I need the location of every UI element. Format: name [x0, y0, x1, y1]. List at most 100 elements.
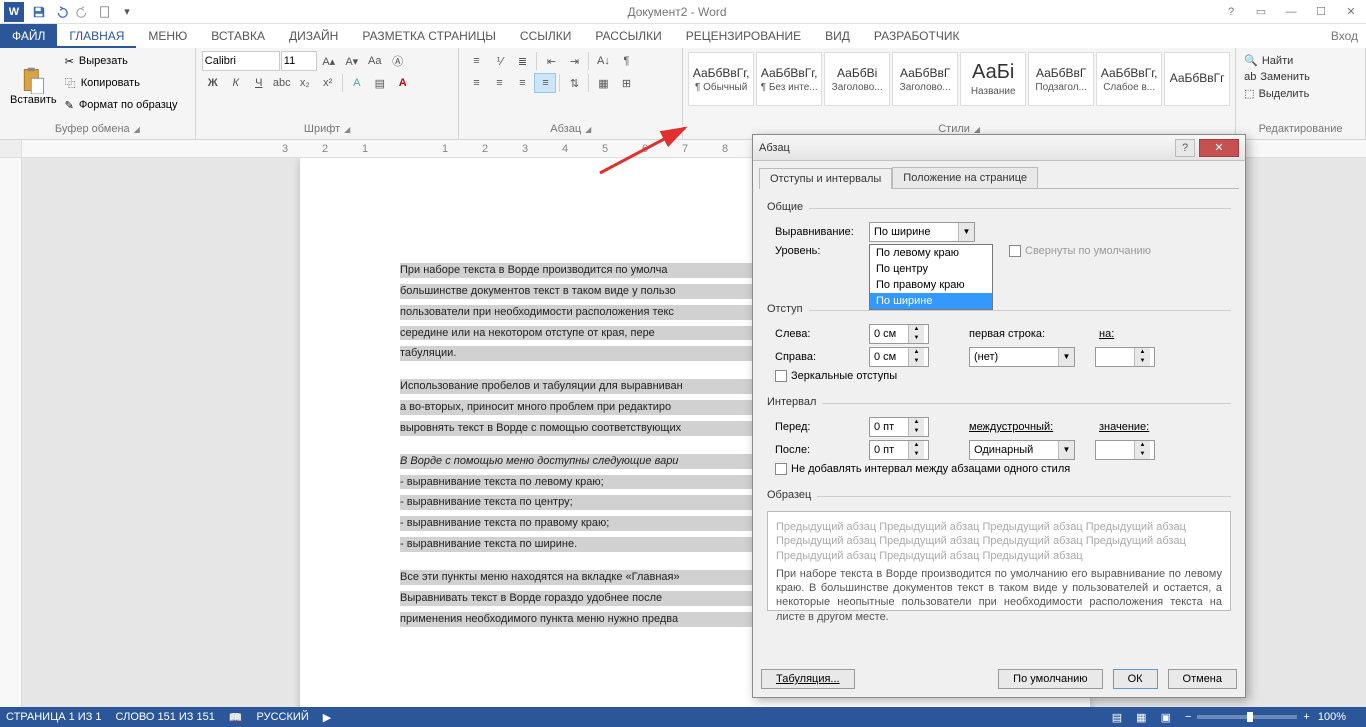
borders-icon[interactable]: ⊞	[615, 73, 637, 93]
clipboard-launcher-icon[interactable]: ◢	[134, 125, 140, 134]
status-words[interactable]: СЛОВО 151 ИЗ 151	[116, 711, 215, 723]
qat-undo-icon[interactable]	[50, 1, 72, 23]
italic-icon[interactable]: К	[225, 73, 247, 93]
mirror-checkbox[interactable]	[775, 370, 787, 382]
zoom-percent[interactable]: 100%	[1318, 711, 1346, 723]
underline-icon[interactable]: Ч	[248, 73, 270, 93]
minimize-icon[interactable]: —	[1276, 1, 1306, 23]
line-spacing-value-spinner[interactable]: ▲▼	[1095, 440, 1155, 460]
tabs-button[interactable]: Табуляция...	[761, 669, 855, 689]
align-option-center[interactable]: По центру	[870, 261, 992, 277]
close-icon[interactable]: ✕	[1336, 1, 1366, 23]
style-item[interactable]: АаБіНазвание	[960, 52, 1026, 106]
inc-indent-icon[interactable]: ⇥	[563, 51, 585, 71]
style-item[interactable]: АаБбВвГг,Слабое в...	[1096, 52, 1162, 106]
find-button[interactable]: 🔍Найти	[1244, 52, 1310, 69]
style-item[interactable]: АаБбВвГг	[1164, 52, 1230, 106]
view-print-icon[interactable]: ▤	[1112, 711, 1122, 724]
font-color-icon[interactable]: A	[392, 73, 414, 93]
tab-view[interactable]: ВИД	[813, 24, 862, 48]
dialog-close-icon[interactable]: ✕	[1199, 139, 1239, 157]
tab-home[interactable]: ГЛАВНАЯ	[57, 24, 136, 48]
align-justify-icon[interactable]: ≡	[534, 73, 556, 93]
select-button[interactable]: ⬚Выделить	[1244, 85, 1310, 102]
help-icon[interactable]: ?	[1216, 1, 1246, 23]
format-painter-button[interactable]: ✎ Формат по образцу	[63, 94, 180, 116]
bullets-icon[interactable]: ≡	[465, 51, 487, 71]
status-macro-icon[interactable]: ▶	[323, 711, 331, 724]
align-option-right[interactable]: По правому краю	[870, 277, 992, 293]
line-spacing-icon[interactable]: ⇅	[563, 73, 585, 93]
font-family-combo[interactable]	[202, 51, 280, 71]
qat-save-icon[interactable]	[28, 1, 50, 23]
align-option-justify[interactable]: По ширине	[870, 293, 992, 309]
status-page[interactable]: СТРАНИЦА 1 ИЗ 1	[6, 711, 102, 723]
pilcrow-icon[interactable]: ¶	[615, 51, 637, 71]
qat-more-icon[interactable]: ▾	[116, 1, 138, 23]
status-language[interactable]: РУССКИЙ	[257, 711, 309, 723]
style-item[interactable]: АаБбВвГЗаголово...	[892, 52, 958, 106]
maximize-icon[interactable]: ☐	[1306, 1, 1336, 23]
default-button[interactable]: По умолчанию	[998, 669, 1102, 689]
alignment-combo[interactable]: ▼	[869, 222, 975, 242]
status-proofing-icon[interactable]: 📖	[229, 711, 243, 724]
dialog-tab-position[interactable]: Положение на странице	[892, 167, 1038, 188]
first-line-value-spinner[interactable]: ▲▼	[1095, 347, 1155, 367]
qat-redo-icon[interactable]	[72, 1, 94, 23]
align-left-icon[interactable]: ≡	[465, 73, 487, 93]
line-spacing-combo[interactable]: ▼	[969, 440, 1075, 460]
tab-developer[interactable]: РАЗРАБОТЧИК	[862, 24, 972, 48]
grow-font-icon[interactable]: A▴	[318, 51, 340, 71]
replace-button[interactable]: abЗаменить	[1244, 69, 1310, 85]
zoom-in-icon[interactable]: +	[1303, 711, 1309, 723]
dialog-tab-indents[interactable]: Отступы и интервалы	[759, 168, 892, 189]
tab-file[interactable]: ФАЙЛ	[0, 24, 57, 48]
change-case-icon[interactable]: Aa	[364, 51, 386, 71]
tab-review[interactable]: РЕЦЕНЗИРОВАНИЕ	[674, 24, 813, 48]
strike-icon[interactable]: abc	[271, 73, 293, 93]
style-item[interactable]: АаБбВвГг,¶ Без инте...	[756, 52, 822, 106]
tab-mailings[interactable]: РАССЫЛКИ	[583, 24, 673, 48]
view-read-icon[interactable]: ▦	[1136, 711, 1146, 724]
no-space-checkbox[interactable]	[775, 463, 787, 475]
font-size-combo[interactable]	[281, 51, 317, 71]
style-item[interactable]: АаБбВвГг,¶ Обычный	[688, 52, 754, 106]
ok-button[interactable]: ОК	[1113, 669, 1158, 689]
sort-icon[interactable]: A↓	[592, 51, 614, 71]
clear-format-icon[interactable]: Ⓐ	[387, 51, 409, 71]
after-spinner[interactable]: ▲▼	[869, 440, 929, 460]
numbering-icon[interactable]: ⅟	[488, 51, 510, 71]
align-right-icon[interactable]: ≡	[511, 73, 533, 93]
dec-indent-icon[interactable]: ⇤	[540, 51, 562, 71]
chevron-down-icon[interactable]: ▼	[958, 223, 974, 241]
bold-icon[interactable]: Ж	[202, 73, 224, 93]
before-spinner[interactable]: ▲▼	[869, 417, 929, 437]
style-item[interactable]: АаБбВіЗаголово...	[824, 52, 890, 106]
shrink-font-icon[interactable]: A▾	[341, 51, 363, 71]
tab-layout[interactable]: РАЗМЕТКА СТРАНИЦЫ	[350, 24, 508, 48]
text-effects-icon[interactable]: A	[346, 73, 368, 93]
indent-right-spinner[interactable]: ▲▼	[869, 347, 929, 367]
login-link[interactable]: Вход	[1331, 29, 1366, 43]
highlight-icon[interactable]: ▤	[369, 73, 391, 93]
align-center-icon[interactable]: ≡	[488, 73, 510, 93]
indent-left-spinner[interactable]: ▲▼	[869, 324, 929, 344]
tab-references[interactable]: ССЫЛКИ	[508, 24, 583, 48]
style-item[interactable]: АаБбВвГПодзагол...	[1028, 52, 1094, 106]
superscript-icon[interactable]: x²	[317, 73, 339, 93]
styles-launcher-icon[interactable]: ◢	[974, 125, 980, 134]
first-line-combo[interactable]: ▼	[969, 347, 1075, 367]
subscript-icon[interactable]: x₂	[294, 73, 316, 93]
tab-design[interactable]: ДИЗАЙН	[277, 24, 350, 48]
shading-icon[interactable]: ▦	[592, 73, 614, 93]
zoom-out-icon[interactable]: −	[1185, 711, 1191, 723]
cut-button[interactable]: ✂ Вырезать	[63, 50, 180, 72]
dialog-titlebar[interactable]: Абзац ? ✕	[753, 135, 1245, 161]
dialog-help-icon[interactable]: ?	[1175, 139, 1195, 157]
copy-button[interactable]: ⿻ Копировать	[63, 72, 180, 94]
tab-menu[interactable]: Меню	[136, 24, 199, 48]
multilevel-icon[interactable]: ≣	[511, 51, 533, 71]
vertical-ruler[interactable]	[0, 158, 22, 707]
ribbon-options-icon[interactable]: ▭	[1246, 1, 1276, 23]
zoom-slider[interactable]	[1197, 715, 1297, 719]
